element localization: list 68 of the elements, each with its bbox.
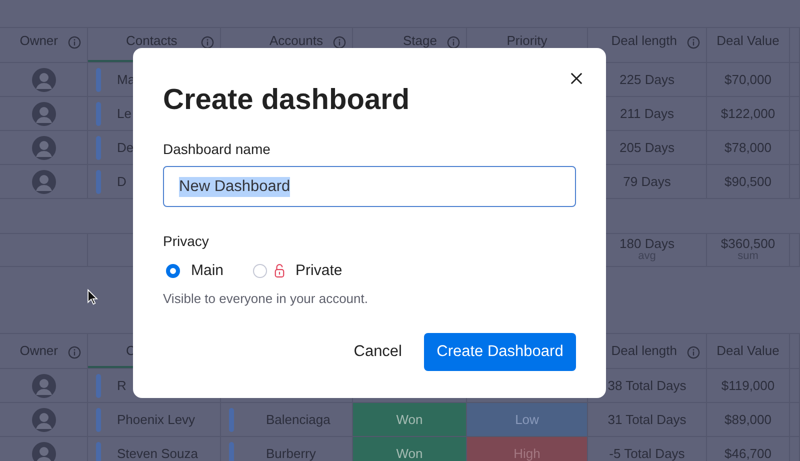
- avatar-icon: [32, 102, 56, 126]
- color-strip: [96, 442, 101, 461]
- deal-value: $70,000: [724, 72, 772, 87]
- radio-button[interactable]: [166, 264, 180, 278]
- contact-name: R: [117, 378, 126, 393]
- deal-value: $119,000: [721, 378, 775, 393]
- contact-name: Steven Souza: [117, 446, 198, 461]
- account-name: Balenciaga: [266, 412, 330, 427]
- dashboard-name-field[interactable]: New Dashboard: [163, 166, 576, 207]
- contact-name: De: [117, 140, 134, 155]
- deal-length: -5 Total Days: [609, 446, 685, 461]
- field-label: Privacy: [163, 233, 210, 249]
- create-dashboard-button[interactable]: Create Dashboard: [424, 333, 576, 371]
- column-header: Owner: [20, 34, 58, 48]
- deal-length: 79 Days: [623, 174, 671, 189]
- deal-length: 31 Total Days: [608, 412, 686, 427]
- deal-value: $78,000: [724, 140, 772, 155]
- color-strip: [96, 374, 101, 398]
- deal-length: 225 Days: [620, 72, 674, 87]
- radio-button[interactable]: [252, 264, 267, 278]
- column-header: Deal Value: [716, 344, 780, 358]
- stage-label[interactable]: Won: [353, 403, 466, 436]
- deal-value: $89,000: [724, 412, 772, 427]
- deal-value: $122,000: [720, 106, 776, 121]
- lock-icon: [274, 263, 285, 278]
- field-label: Dashboard name: [163, 141, 272, 157]
- deal-value: $46,700: [724, 446, 772, 461]
- color-strip: [96, 102, 101, 126]
- color-strip: [96, 136, 101, 160]
- close-icon[interactable]: [570, 72, 583, 85]
- deal-value: $90,500: [724, 174, 772, 189]
- avatar-icon: [32, 374, 56, 398]
- column-header: Contacts: [126, 34, 178, 48]
- column-header: Accounts: [270, 34, 323, 48]
- stage-label[interactable]: Won: [353, 437, 466, 461]
- deal-length: 205 Days: [620, 140, 674, 155]
- deal-length: 211 Days: [620, 106, 674, 121]
- contact-name: D: [117, 174, 126, 189]
- privacy-hint: Visible to everyone in your account.: [163, 291, 369, 306]
- color-strip: [96, 68, 101, 92]
- column-header: Owner: [20, 344, 58, 358]
- summary-value: 180 Days: [620, 237, 674, 252]
- avatar-icon: [32, 408, 56, 432]
- column-header: Deal length: [611, 34, 677, 48]
- info-icon[interactable]: [447, 36, 460, 49]
- column-header: Stage: [403, 34, 437, 48]
- color-strip: [96, 170, 101, 194]
- info-icon[interactable]: [201, 36, 214, 49]
- mouse-cursor-icon: [87, 289, 98, 305]
- info-icon[interactable]: [333, 36, 346, 49]
- contact-name: Phoenix Levy: [117, 412, 196, 427]
- deal-length: 38 Total Days: [608, 378, 686, 393]
- cancel-button[interactable]: Cancel: [354, 335, 402, 369]
- color-strip: [96, 408, 101, 432]
- color-strip: [229, 408, 234, 432]
- column-header: Deal length: [611, 344, 677, 358]
- column-header: Priority: [506, 34, 548, 48]
- avatar-icon: [32, 68, 56, 92]
- column-header: Deal Value: [716, 34, 780, 48]
- radio-label[interactable]: Private: [296, 262, 342, 279]
- avatar-icon: [32, 136, 56, 160]
- dialog-title: Create dashboard: [163, 84, 411, 116]
- account-name: Burberry: [266, 446, 316, 461]
- color-strip: [229, 442, 234, 461]
- radio-label[interactable]: Main: [191, 262, 224, 279]
- summary-value: $360,500: [720, 237, 776, 252]
- contact-name: Le: [117, 106, 132, 121]
- avatar-icon: [32, 170, 56, 194]
